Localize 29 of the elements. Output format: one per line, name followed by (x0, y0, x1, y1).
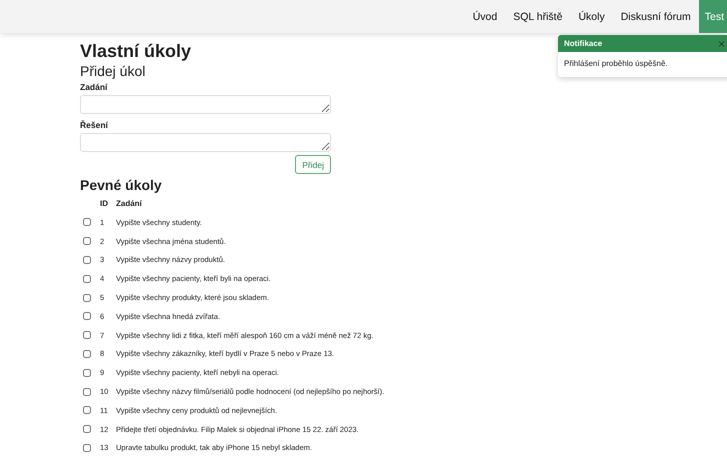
task-checkbox[interactable] (83, 312, 91, 320)
field-label: Řešení (80, 120, 109, 131)
task-checkbox[interactable] (83, 406, 91, 414)
nav-link[interactable]: Úkoly (570, 0, 613, 33)
input-field[interactable] (80, 133, 331, 152)
task-checkbox[interactable] (83, 294, 91, 302)
field-label: Zadání (80, 82, 108, 93)
task-checkbox[interactable] (83, 331, 91, 340)
nav-link[interactable]: Úvod (464, 0, 506, 33)
nav-link[interactable]: Diskusní fórum (612, 0, 699, 33)
add-button[interactable]: Přidej (295, 155, 331, 174)
task-checkbox[interactable] (83, 350, 91, 358)
task-checkbox[interactable] (83, 368, 91, 377)
input-field[interactable] (80, 95, 331, 114)
toast-title: Notifikace (564, 39, 602, 48)
task-checkbox[interactable] (83, 425, 91, 434)
nav-link[interactable]: SQL hřiště (505, 0, 570, 33)
task-checkbox[interactable] (83, 274, 91, 283)
task-checkbox[interactable] (83, 388, 91, 396)
toast-message: Přihlášení proběhlo úspěšně. (563, 58, 669, 70)
task-checkbox[interactable] (83, 237, 91, 246)
page-title: Vlastní úkoly (80, 40, 192, 62)
task-checkbox[interactable] (83, 444, 91, 452)
task-checkbox[interactable] (83, 256, 91, 264)
column-header: ID (100, 199, 109, 208)
form-heading: Přidej úkol (80, 62, 146, 80)
section-heading: Pevné úkoly (80, 176, 163, 194)
task-checkbox[interactable] (83, 218, 91, 226)
column-header: Zadání (116, 199, 142, 208)
